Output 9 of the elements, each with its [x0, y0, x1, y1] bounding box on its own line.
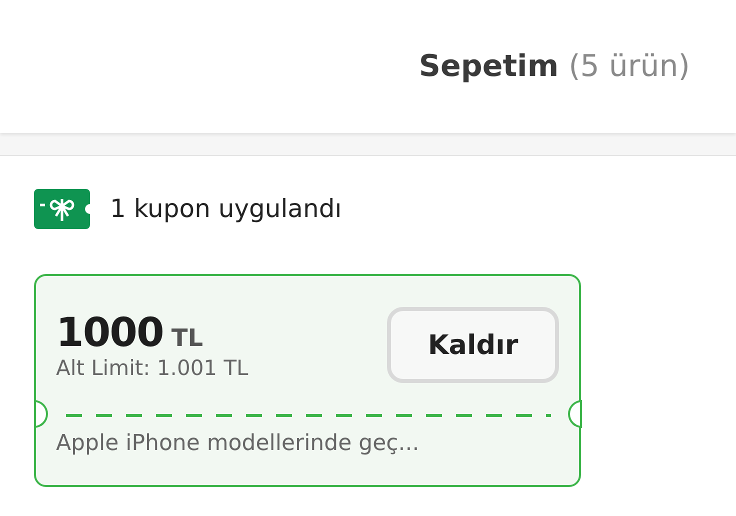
coupons-applied-text: 1 kupon uygulandı: [110, 194, 342, 223]
minimum-limit: Alt Limit: 1.001 TL: [56, 356, 248, 380]
coupon-description: Apple iPhone modellerinde geç...: [55, 430, 420, 456]
remove-button[interactable]: Kaldır: [387, 307, 559, 383]
gift-ticket-icon: [34, 188, 90, 228]
coupon-currency: TL: [171, 324, 203, 352]
cart-title: Sepetim: [418, 49, 559, 84]
item-count: (5 ürün): [568, 49, 690, 84]
coupon-amount: 1000: [56, 310, 164, 356]
